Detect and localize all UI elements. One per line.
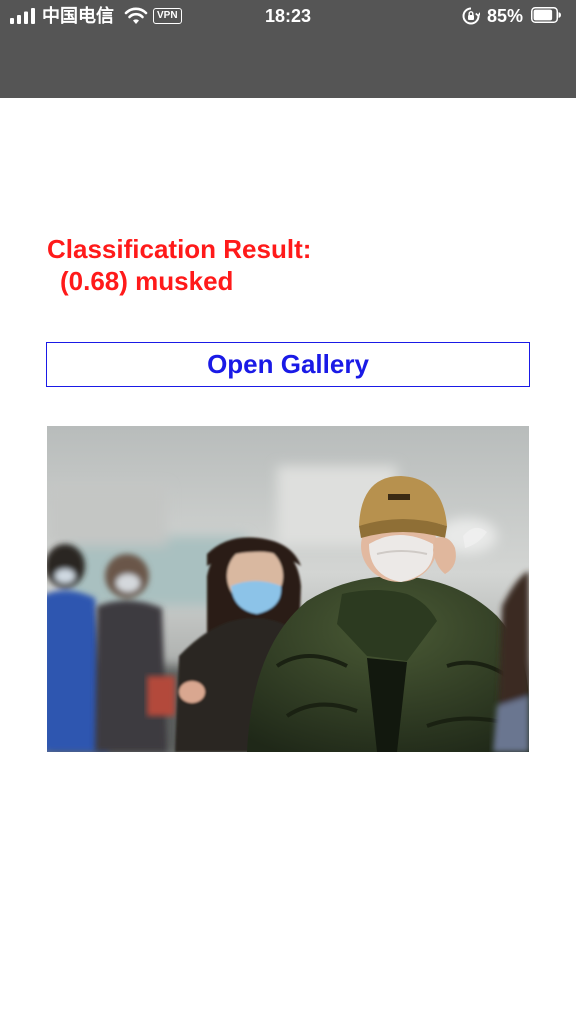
battery-icon [531,7,561,23]
status-bar: 中国电信 VPN 18:23 85% [0,0,576,98]
rotation-lock-icon [462,7,480,25]
result-heading: Classification Result: [47,234,312,264]
classification-result: Classification Result: (0.68) musked [47,233,311,297]
result-value: (0.68) musked [60,266,234,296]
open-gallery-button[interactable]: Open Gallery [46,342,530,387]
battery-percentage: 85% [487,6,524,26]
classified-photo [47,426,529,752]
